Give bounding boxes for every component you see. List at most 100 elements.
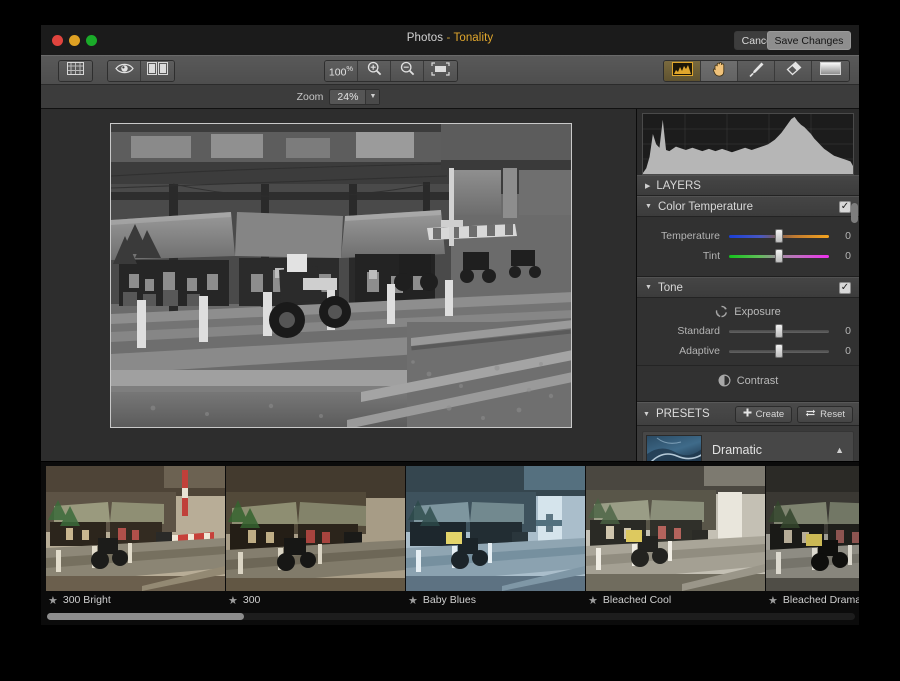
zoom-in-icon: [367, 61, 382, 81]
tint-slider[interactable]: [729, 249, 829, 263]
contrast-icon: [718, 374, 731, 387]
zoom-button-group: 100%: [324, 60, 458, 82]
filmstrip-item[interactable]: ★ 300: [226, 466, 405, 609]
adaptive-value: 0: [845, 345, 851, 357]
gradient-tool-button[interactable]: [812, 61, 849, 81]
tint-label: Tint: [702, 250, 720, 262]
tint-value: 0: [845, 250, 851, 262]
zoom-100-label: 100%: [328, 63, 354, 79]
grid-button[interactable]: [59, 61, 92, 81]
adaptive-label: Adaptive: [679, 345, 720, 357]
edited-photo: [110, 123, 572, 428]
chevron-down-icon: ▼: [365, 89, 380, 104]
preset-name: Dramatic: [712, 443, 763, 457]
chevron-up-icon[interactable]: ▲: [835, 445, 850, 455]
create-preset-label: Create: [755, 408, 785, 420]
star-icon[interactable]: ★: [768, 594, 778, 607]
reset-presets-button[interactable]: Reset: [797, 405, 853, 423]
tint-knob[interactable]: [775, 249, 783, 263]
gradient-icon: [820, 62, 841, 80]
filmstrip-item[interactable]: ★ 300 Bright: [46, 466, 225, 609]
preview-toggle-button[interactable]: [108, 61, 141, 81]
eye-icon: [114, 62, 134, 80]
filmstrip-thumbnail[interactable]: [406, 466, 585, 591]
adaptive-knob[interactable]: [775, 344, 783, 358]
color-temperature-checkbox[interactable]: ✓: [839, 200, 851, 213]
brush-tool-button[interactable]: [738, 61, 775, 81]
tint-slider-row: Tint 0: [637, 246, 859, 266]
filmstrip-scrollbar-track[interactable]: [47, 613, 855, 620]
exposure-group-title[interactable]: Exposure: [637, 298, 859, 321]
adaptive-slider[interactable]: [729, 344, 829, 358]
temperature-slider[interactable]: [729, 229, 829, 243]
tone-section-label: Tone: [657, 281, 683, 294]
tone-checkbox[interactable]: ✓: [839, 281, 851, 294]
filmstrip-label: Bleached Drama: [782, 594, 859, 606]
filmstrip-thumbnail[interactable]: [226, 466, 405, 591]
title-bar: Photos - Tonality Cancel Save Changes: [41, 25, 859, 55]
tone-body: Exposure Standard 0 Adaptive 0 Contrast: [637, 298, 859, 402]
compare-view-button[interactable]: [141, 61, 174, 81]
filmstrip-thumbnail[interactable]: [586, 466, 765, 591]
adjustments-panel: ▶ LAYERS ▼ Color Temperature ✓ Temperatu…: [636, 109, 859, 491]
temperature-knob[interactable]: [775, 229, 783, 243]
presets-section-label: PRESETS: [655, 408, 710, 420]
color-temperature-section-header[interactable]: ▼ Color Temperature ✓: [637, 196, 859, 217]
chevron-right-icon: ▶: [645, 182, 651, 190]
standard-value: 0: [845, 325, 851, 337]
filmstrip-label-row: ★ Bleached Cool: [586, 591, 765, 609]
standard-knob[interactable]: [775, 324, 783, 338]
zoom-level-select[interactable]: 24% ▼: [329, 88, 381, 105]
zoom-in-button[interactable]: [358, 61, 391, 81]
brush-icon: [748, 61, 765, 81]
editor-body: ▶ LAYERS ▼ Color Temperature ✓ Temperatu…: [41, 109, 859, 491]
color-temperature-body: Temperature 0 Tint 0: [637, 217, 859, 277]
star-icon[interactable]: ★: [48, 594, 58, 607]
filmstrip-item[interactable]: ★ Bleached Cool: [586, 466, 765, 609]
filmstrip-label: Bleached Cool: [602, 594, 672, 606]
filmstrip-thumbnail[interactable]: [766, 466, 859, 591]
refresh-icon: [805, 408, 816, 421]
image-canvas[interactable]: [41, 109, 636, 491]
grid-button-group: [58, 60, 93, 82]
zoom-bar: Zoom 24% ▼: [41, 85, 859, 109]
panel-scrollbar[interactable]: [851, 203, 858, 223]
filmstrip-label: Baby Blues: [422, 594, 476, 606]
filmstrip-thumbnail[interactable]: [46, 466, 225, 591]
star-icon[interactable]: ★: [408, 594, 418, 607]
chevron-down-icon[interactable]: ▼: [643, 411, 650, 418]
filmstrip-label-row: ★ 300: [226, 591, 405, 609]
filmstrip-label-row: ★ Baby Blues: [406, 591, 585, 609]
layers-section-label: LAYERS: [656, 179, 701, 192]
zoom-out-button[interactable]: [391, 61, 424, 81]
fit-to-screen-button[interactable]: [424, 61, 457, 81]
filmstrip-label: 300 Bright: [62, 594, 111, 606]
temperature-label: Temperature: [661, 230, 720, 242]
create-preset-button[interactable]: Create: [734, 405, 793, 423]
standard-slider[interactable]: [729, 324, 829, 338]
star-icon[interactable]: ★: [228, 594, 238, 607]
histogram-tool-button[interactable]: [664, 61, 701, 81]
zoom-100-button[interactable]: 100%: [325, 61, 358, 81]
layers-section-header[interactable]: ▶ LAYERS: [637, 175, 859, 196]
standard-slider-row: Standard 0: [637, 321, 859, 341]
eraser-tool-button[interactable]: [775, 61, 812, 81]
filmstrip-scrollbar-thumb[interactable]: [47, 613, 244, 620]
save-changes-button[interactable]: Save Changes: [767, 31, 851, 50]
chevron-down-icon: ▼: [645, 203, 652, 210]
star-icon[interactable]: ★: [588, 594, 598, 607]
temperature-slider-row: Temperature 0: [637, 226, 859, 246]
contrast-group-title[interactable]: Contrast: [637, 366, 859, 395]
tool-button-group: [663, 60, 850, 82]
zoom-level-value: 24%: [337, 90, 359, 103]
window-title-app: Photos: [406, 32, 444, 44]
adaptive-slider-row: Adaptive 0: [637, 341, 859, 361]
histogram-svg: [643, 114, 853, 174]
presets-filmstrip: ★ 300 Bright ★ 300 ★ Baby Blues ★ Bleach…: [41, 461, 859, 625]
hand-tool-button[interactable]: [701, 61, 738, 81]
filmstrip-item[interactable]: ★ Bleached Drama: [766, 466, 859, 609]
filmstrip-row: ★ 300 Bright ★ 300 ★ Baby Blues ★ Bleach…: [46, 466, 859, 609]
filmstrip-item[interactable]: ★ Baby Blues: [406, 466, 585, 609]
split-view-icon: [147, 62, 168, 80]
tone-section-header[interactable]: ▼ Tone ✓: [637, 277, 859, 298]
